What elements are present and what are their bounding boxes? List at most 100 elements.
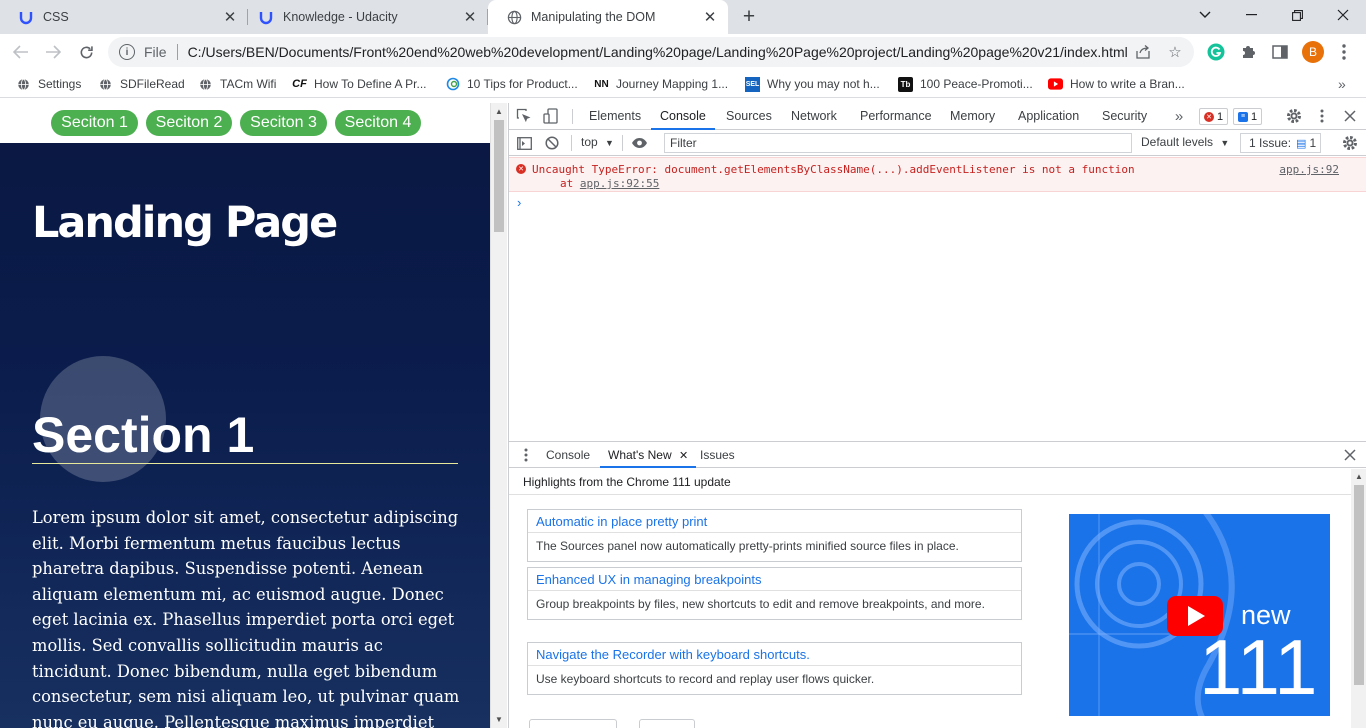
bookmark-item[interactable]: 10 Tips for Product... <box>445 75 578 93</box>
browser-tab-knowledge[interactable]: Knowledge - Udacity ✕ <box>240 0 488 34</box>
browser-tab-css[interactable]: CSS ✕ <box>0 0 248 34</box>
reload-button[interactable] <box>73 39 99 65</box>
inspect-element-icon[interactable] <box>515 107 533 125</box>
context-value: top <box>581 135 598 149</box>
error-count-badge[interactable]: ✕ 1 <box>1199 108 1229 125</box>
tab-elements[interactable]: Elements <box>589 103 641 130</box>
bookmarks-bar: Settings SDFileRead TACm Wifi CF How To … <box>0 70 1366 98</box>
feature-link[interactable]: Automatic in place pretty print <box>528 510 1021 533</box>
globe-icon <box>16 77 31 92</box>
log-levels-value: Default levels <box>1141 135 1214 149</box>
bookmark-item[interactable]: Tb 100 Peace-Promoti... <box>898 75 1033 93</box>
tab-search-icon[interactable] <box>1182 0 1228 30</box>
nav-section-4[interactable]: Seciton 4 <box>335 110 421 136</box>
issues-button[interactable]: 1 Issue: ▤ 1 <box>1240 133 1322 153</box>
bookmark-label: How To Define A Pr... <box>314 77 427 91</box>
close-icon[interactable]: ✕ <box>222 9 238 26</box>
chrome-update-video-thumbnail[interactable]: new 111 <box>1069 514 1330 716</box>
nav-section-1[interactable]: Seciton 1 <box>51 110 138 136</box>
nav-section-3[interactable]: Seciton 3 <box>240 110 327 136</box>
drawer-tab-issues[interactable]: Issues <box>700 442 735 468</box>
extensions-icon[interactable] <box>1238 42 1258 62</box>
learn-more-button[interactable] <box>529 719 617 728</box>
close-drawer-icon[interactable] <box>1341 446 1359 464</box>
url-text[interactable]: C:/Users/BEN/Documents/Front%20end%20web… <box>188 44 1133 60</box>
bookmark-item[interactable]: How to write a Bran... <box>1048 75 1185 93</box>
nav-section-2[interactable]: Seciton 2 <box>146 110 232 136</box>
feature-link[interactable]: Enhanced UX in managing breakpoints <box>528 568 1021 591</box>
close-icon[interactable]: ✕ <box>679 450 688 462</box>
device-toolbar-icon[interactable] <box>542 107 560 125</box>
tab-performance[interactable]: Performance <box>860 103 932 130</box>
console-settings-icon[interactable] <box>1341 134 1359 152</box>
scroll-up-icon[interactable]: ▲ <box>495 107 503 116</box>
page-viewport: Seciton 1 Seciton 2 Seciton 3 Seciton 4 … <box>0 103 490 728</box>
avatar[interactable]: B <box>1302 41 1324 63</box>
bookmark-item[interactable]: CF How To Define A Pr... <box>292 75 427 93</box>
side-panel-icon[interactable] <box>1270 42 1290 62</box>
forward-button[interactable] <box>40 39 66 65</box>
drawer-scrollbar[interactable]: ▲ <box>1351 469 1366 728</box>
bookmark-item[interactable]: NN Journey Mapping 1... <box>594 75 728 93</box>
console-filter-input[interactable]: Filter <box>664 133 1132 153</box>
close-icon[interactable]: ✕ <box>462 9 478 26</box>
drawer-menu-icon[interactable] <box>517 446 535 464</box>
kebab-menu-icon[interactable] <box>1313 107 1331 125</box>
kebab-menu-icon[interactable] <box>1334 42 1354 62</box>
tab-security[interactable]: Security <box>1102 103 1147 130</box>
scroll-thumb[interactable] <box>1354 485 1364 685</box>
more-tabs-icon[interactable]: » <box>1170 107 1188 125</box>
browser-tab-active[interactable]: Manipulating the DOM ✕ <box>488 0 728 34</box>
bookmark-label: Why you may not h... <box>767 77 880 91</box>
more-bookmarks-icon[interactable]: » <box>1338 75 1346 93</box>
bookmark-item[interactable]: Settings <box>16 75 81 93</box>
tab-network[interactable]: Network <box>791 103 837 130</box>
message-count-badge[interactable]: ≡ 1 <box>1233 108 1263 125</box>
drawer-tab-whats-new[interactable]: What's New ✕ <box>600 442 697 468</box>
console-prompt-icon[interactable]: › <box>517 195 521 210</box>
grammarly-icon[interactable] <box>1206 42 1226 62</box>
close-button[interactable] <box>639 719 695 728</box>
stack-link[interactable]: app.js:92:55 <box>580 177 659 190</box>
new-tab-button[interactable]: + <box>738 5 760 28</box>
globe-icon <box>506 9 522 25</box>
scroll-up-icon[interactable]: ▲ <box>1355 472 1363 481</box>
gear-icon[interactable] <box>1285 107 1303 125</box>
drawer-tab-label: What's New <box>608 448 672 462</box>
context-select[interactable]: top ▼ <box>581 135 614 149</box>
close-icon[interactable]: ✕ <box>702 9 718 26</box>
error-icon: ✕ <box>516 164 526 174</box>
info-icon[interactable]: i <box>119 44 135 60</box>
clear-console-icon[interactable] <box>543 134 561 152</box>
close-devtools-icon[interactable] <box>1341 107 1359 125</box>
tab-title: CSS <box>43 10 69 24</box>
tab-application[interactable]: Application <box>1018 103 1079 130</box>
tab-console[interactable]: Console <box>651 103 715 130</box>
share-icon[interactable] <box>1134 43 1152 61</box>
tab-sources[interactable]: Sources <box>726 103 772 130</box>
drawer-tab-console[interactable]: Console <box>546 442 590 468</box>
restore-button[interactable] <box>1274 0 1320 30</box>
tab-memory[interactable]: Memory <box>950 103 995 130</box>
log-levels-dropdown[interactable]: Default levels ▼ <box>1141 135 1229 149</box>
eye-icon[interactable] <box>630 134 648 152</box>
bookmark-item[interactable]: SEL Why you may not h... <box>745 75 880 93</box>
sidebar-toggle-icon[interactable] <box>515 134 533 152</box>
message-icon: ≡ <box>1238 111 1248 122</box>
minimize-button[interactable] <box>1228 0 1274 30</box>
bookmark-item[interactable]: SDFileRead <box>98 75 185 93</box>
bookmark-item[interactable]: TACm Wifi <box>198 75 276 93</box>
url-scheme: File <box>144 44 167 60</box>
scroll-thumb[interactable] <box>494 120 504 232</box>
feature-link[interactable]: Navigate the Recorder with keyboard shor… <box>528 643 1021 666</box>
address-bar[interactable]: i File C:/Users/BEN/Documents/Front%20en… <box>108 37 1194 67</box>
bookmark-label: Settings <box>38 77 82 91</box>
star-icon[interactable]: ☆ <box>1166 43 1184 61</box>
scroll-down-icon[interactable]: ▼ <box>495 715 503 724</box>
section-paragraph: Lorem ipsum dolor sit amet, consectetur … <box>32 508 460 728</box>
page-scrollbar[interactable]: ▲ ▼ <box>490 103 507 728</box>
source-link[interactable]: app.js:92 <box>1279 163 1339 176</box>
close-window-button[interactable] <box>1320 0 1366 30</box>
back-button[interactable] <box>8 39 34 65</box>
console-error-message: ✕ Uncaught TypeError: document.getElemen… <box>509 157 1366 192</box>
